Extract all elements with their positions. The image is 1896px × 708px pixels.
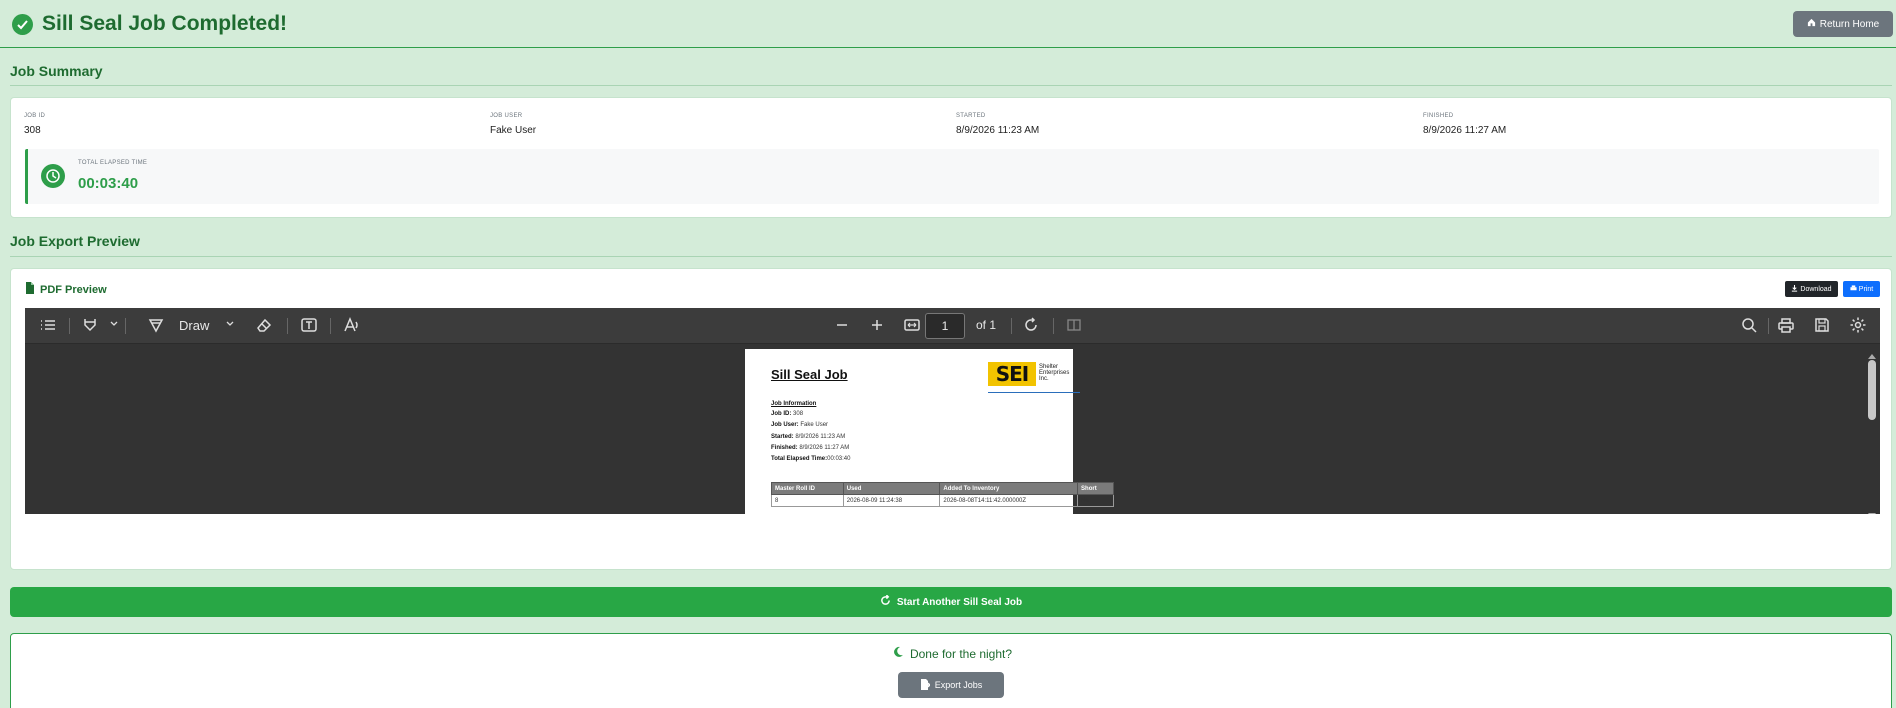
sidebar-toggle-icon[interactable] [39, 316, 57, 334]
fit-width-icon[interactable] [903, 316, 921, 334]
pdf-page-area[interactable]: Sill Seal Job SEI Shelter Enterprises In… [25, 344, 1880, 514]
page-view-icon[interactable] [1065, 316, 1083, 334]
page-total: of 1 [976, 318, 997, 332]
job-user-field: JOB USER Fake User [490, 113, 537, 136]
page-title: Sill Seal Job Completed! [42, 12, 288, 35]
print-icon [1850, 284, 1857, 294]
job-id-field: JOB ID 308 [24, 113, 46, 136]
draw-label[interactable]: Draw [179, 318, 209, 333]
doc-info-line: Started: 8/9/2026 11:23 AM [771, 434, 846, 440]
page-header: Sill Seal Job Completed! Return Home [0, 0, 1896, 48]
job-export-heading: Job Export Preview [10, 233, 140, 249]
doc-info-line: Finished: 8/9/2026 11:27 AM [771, 445, 850, 451]
home-icon [1807, 18, 1816, 30]
rotate-icon[interactable] [1022, 316, 1040, 334]
scrollbar-thumb[interactable] [1868, 360, 1876, 420]
sei-logo: SEI Shelter Enterprises Inc. [988, 362, 1083, 390]
finished-field: FINISHED 8/9/2026 11:27 AM [1423, 113, 1507, 136]
file-export-icon [920, 678, 931, 692]
download-icon [1791, 284, 1798, 294]
scroll-down-icon[interactable] [1868, 506, 1876, 514]
read-aloud-icon[interactable] [343, 316, 361, 334]
done-for-night-title: Done for the night? [11, 646, 1893, 661]
chevron-down-icon[interactable] [109, 319, 119, 329]
pdf-viewer[interactable]: Draw 1 of 1 Sill Seal Job SEI Shelter En… [25, 308, 1880, 514]
settings-gear-icon[interactable] [1849, 316, 1867, 334]
text-box-icon[interactable] [300, 316, 318, 334]
start-another-job-button[interactable]: Start Another Sill Seal Job [10, 587, 1892, 617]
section-divider [10, 85, 1892, 86]
search-icon[interactable] [1740, 316, 1758, 334]
draw-icon[interactable] [147, 316, 165, 334]
done-for-night-card: Done for the night? Export Jobs [10, 633, 1892, 708]
job-summary-card: JOB ID 308 JOB USER Fake User STARTED 8/… [10, 97, 1892, 218]
clock-icon [41, 164, 65, 188]
pdf-preview-title: PDF Preview [25, 282, 107, 297]
started-field: STARTED 8/9/2026 11:23 AM [956, 113, 1040, 136]
zoom-out-icon[interactable] [833, 316, 851, 334]
roll-usage-table: Master Roll ID Used Added To Inventory S… [771, 482, 1114, 507]
page-number-input[interactable]: 1 [925, 313, 965, 339]
return-home-button[interactable]: Return Home [1793, 11, 1893, 37]
section-divider [10, 256, 1892, 257]
download-button[interactable]: Download [1785, 281, 1838, 297]
scroll-up-icon[interactable] [1868, 346, 1876, 364]
refresh-icon [880, 594, 891, 609]
eraser-icon[interactable] [255, 316, 273, 334]
elapsed-label: TOTAL ELAPSED TIME [78, 160, 148, 166]
elapsed-time-panel: TOTAL ELAPSED TIME 00:03:40 [25, 149, 1879, 204]
chevron-down-icon[interactable] [225, 319, 235, 329]
document-title: Sill Seal Job [771, 367, 848, 382]
zoom-in-icon[interactable] [868, 316, 886, 334]
table-row: 8 2026-08-09 11:24:38 2026-08-08T14:11:4… [771, 494, 1114, 507]
save-icon[interactable] [1813, 316, 1831, 334]
print-button[interactable]: Print [1843, 281, 1880, 297]
export-jobs-button[interactable]: Export Jobs [898, 672, 1004, 698]
pdf-preview-card: PDF Preview Download Print Draw 1 of 1 S… [10, 268, 1892, 570]
print-icon[interactable] [1777, 316, 1795, 334]
file-pdf-icon [25, 282, 35, 297]
pdf-page: Sill Seal Job SEI Shelter Enterprises In… [745, 349, 1114, 514]
doc-info-line: Total Elapsed Time:00:03:40 [771, 456, 851, 462]
doc-info-line: Job User: Fake User [771, 422, 829, 428]
pdf-toolbar: Draw 1 of 1 [25, 308, 1880, 344]
table-header-row: Master Roll ID Used Added To Inventory S… [771, 482, 1114, 495]
doc-info-line: Job ID: 308 [771, 411, 804, 417]
job-information-heading: Job Information [771, 401, 817, 407]
job-summary-heading: Job Summary [10, 63, 103, 79]
moon-icon [892, 646, 904, 661]
elapsed-value: 00:03:40 [78, 175, 139, 192]
check-circle-icon [12, 14, 33, 35]
highlight-icon[interactable] [81, 316, 99, 334]
return-home-label: Return Home [1819, 18, 1880, 30]
